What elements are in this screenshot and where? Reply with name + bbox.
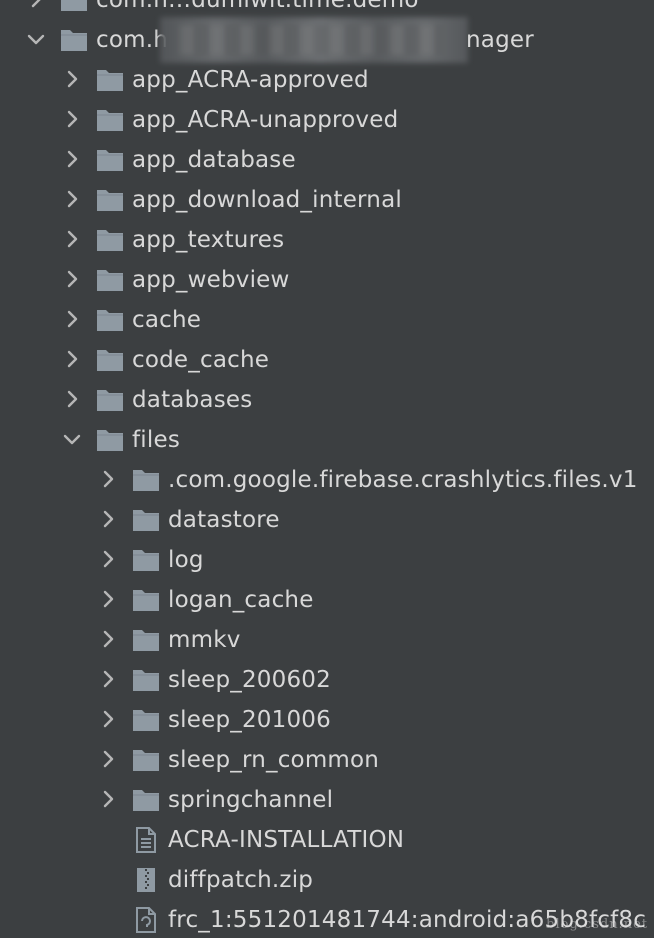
tree-item-label: ACRA-INSTALLATION [168,827,405,853]
tree-row-logan-cache[interactable]: logan_cache [0,580,654,620]
folder-icon [132,666,160,694]
unknown-file-icon [132,906,160,934]
tree-item-label: com.h [96,27,169,53]
tree-row-sleep-200602[interactable]: sleep_200602 [0,660,654,700]
tree-item-label: files [132,427,181,453]
tree-row-app-textures[interactable]: app_textures [0,220,654,260]
folder-icon [132,506,160,534]
tree-item-label: sleep_201006 [168,707,331,733]
chevron-right-icon[interactable] [96,467,120,491]
zip-file-icon [132,866,160,894]
tree-row-app-database[interactable]: app_database [0,140,654,180]
tree-item-label: databases [132,387,253,413]
chevron-down-icon[interactable] [24,27,48,51]
tree-row-sleep-201006[interactable]: sleep_201006 [0,700,654,740]
tree-item-label: logan_cache [168,587,314,613]
tree-item-label: cache [132,307,202,333]
chevron-right-icon[interactable] [96,667,120,691]
folder-icon [96,226,124,254]
chevron-right-icon[interactable] [60,147,84,171]
watermark: blog.csdn.net [546,917,648,932]
folder-icon [60,0,88,14]
tree-item-label: sleep_200602 [168,667,331,693]
tree-row-diffpatch-zip[interactable]: diffpatch.zip [0,860,654,900]
tree-item-label: app_webview [132,267,290,293]
tree-row-com-h[interactable]: com.h nager [0,17,654,63]
folder-icon [96,186,124,214]
tree-item-label: app_textures [132,227,285,253]
tree-item-label: app_download_internal [132,187,402,213]
chevron-right-icon[interactable] [96,787,120,811]
folder-icon [132,786,160,814]
tree-item-label: springchannel [168,787,334,813]
tree-item-label: sleep_rn_common [168,747,380,773]
tree-row-files[interactable]: files [0,420,654,460]
folder-icon [96,386,124,414]
folder-icon [132,746,160,774]
chevron-right-icon[interactable] [60,227,84,251]
chevron-right-icon[interactable] [60,67,84,91]
tree-row-app-webview[interactable]: app_webview [0,260,654,300]
folder-icon [132,706,160,734]
tree-row-code-cache[interactable]: code_cache [0,340,654,380]
folder-icon [132,546,160,574]
tree-item-label: log [168,547,204,573]
folder-icon [96,106,124,134]
chevron-right-icon[interactable] [60,107,84,131]
folder-icon [96,146,124,174]
text-file-icon [132,826,160,854]
tree-row-app-download-internal[interactable]: app_download_internal [0,180,654,220]
tree-row-springchannel[interactable]: springchannel [0,780,654,820]
folder-icon [96,306,124,334]
tree-item-label: diffpatch.zip [168,867,314,893]
tree-item-label: datastore [168,507,280,533]
chevron-right-icon[interactable] [96,587,120,611]
tree-row-log[interactable]: log [0,540,654,580]
chevron-right-icon[interactable] [60,267,84,291]
chevron-right-icon[interactable] [96,507,120,531]
chevron-right-icon[interactable] [60,307,84,331]
tree-item-label: app_ACRA-approved [132,67,369,93]
tree-item-label: app_database [132,147,296,173]
chevron-right-icon[interactable] [96,707,120,731]
chevron-right-icon[interactable] [60,347,84,371]
tree-item-label-suffix: nager [466,27,534,53]
tree-row-sleep-rn-common[interactable]: sleep_rn_common [0,740,654,780]
tree-row-app-acra-approved[interactable]: app_ACRA-approved [0,60,654,100]
tree-row-acra-installation[interactable]: ACRA-INSTALLATION [0,820,654,860]
chevron-down-icon[interactable] [60,427,84,451]
folder-icon [132,586,160,614]
folder-icon [60,26,88,54]
tree-row-datastore[interactable]: datastore [0,500,654,540]
project-file-tree: com.h…dumiwit.time.demo com.h nager app_ACR… [0,0,654,938]
tree-row-databases[interactable]: databases [0,380,654,420]
tree-row-mmkv[interactable]: mmkv [0,620,654,660]
tree-item-label: .com.google.firebase.crashlytics.files.v… [168,467,638,493]
tree-item-label: code_cache [132,347,270,373]
redaction-blur [160,17,468,63]
tree-item-label: mmkv [168,627,241,653]
chevron-right-icon[interactable] [96,627,120,651]
folder-icon [96,66,124,94]
tree-item-label: app_ACRA-unapproved [132,107,399,133]
folder-icon [96,266,124,294]
chevron-right-icon[interactable] [60,387,84,411]
tree-row-com-google-firebase-crashlytics-files-v1[interactable]: .com.google.firebase.crashlytics.files.v… [0,460,654,500]
folder-icon [132,626,160,654]
chevron-right-icon[interactable] [96,747,120,771]
tree-row-cache[interactable]: cache [0,300,654,340]
chevron-right-icon[interactable] [24,0,48,11]
folder-icon [132,466,160,494]
chevron-right-icon[interactable] [60,187,84,211]
folder-icon [96,346,124,374]
tree-row-app-acra-unapproved[interactable]: app_ACRA-unapproved [0,100,654,140]
chevron-right-icon[interactable] [96,547,120,571]
folder-icon [96,426,124,454]
